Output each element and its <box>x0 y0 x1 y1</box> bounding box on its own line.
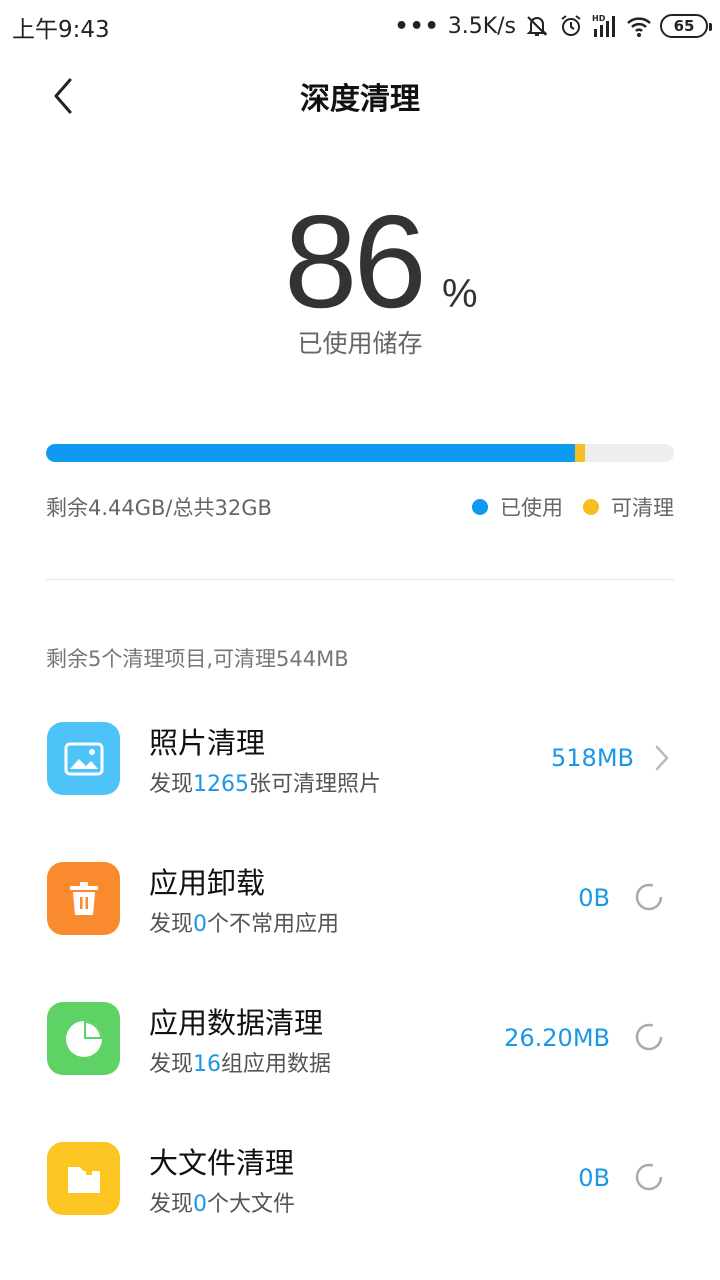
storage-info-row: 剩余4.44GB/总共32GB 已使用 可清理 <box>46 490 674 520</box>
loading-spinner-icon <box>635 1023 663 1051</box>
chevron-right-icon <box>650 742 674 774</box>
loading-spinner-icon <box>635 883 663 911</box>
cleanable-dot-icon <box>583 499 599 515</box>
page-title: 深度清理 <box>300 82 420 117</box>
legend-used-label: 已使用 <box>500 496 563 520</box>
item-count: 0 <box>193 912 208 937</box>
app-data-icon-tile <box>47 1002 120 1075</box>
item-size: 26.20MB <box>504 1024 610 1052</box>
item-title: 应用卸载 <box>149 866 266 900</box>
status-time: 上午9:43 <box>12 17 110 43</box>
photo-icon <box>64 742 103 775</box>
item-size: 0B <box>578 884 610 912</box>
hd-signal-icon: HD <box>592 14 615 37</box>
item-size: 0B <box>578 1164 610 1192</box>
item-description: 发现1265张可清理照片 <box>149 772 382 797</box>
usage-percentage: 86 <box>284 188 427 335</box>
storage-progress-bar <box>46 444 674 462</box>
item-description: 发现0个不常用应用 <box>149 912 340 937</box>
legend-cleanable: 可清理 <box>583 492 674 522</box>
item-description: 发现0个大文件 <box>149 1192 296 1217</box>
divider <box>46 579 674 580</box>
alarm-icon <box>561 15 581 36</box>
trash-icon <box>69 881 98 915</box>
photo-cleanup-icon-tile <box>47 722 120 795</box>
used-dot-icon <box>472 499 488 515</box>
item-count: 0 <box>193 1192 208 1217</box>
item-count: 16 <box>193 1052 222 1077</box>
folder-icon <box>67 1166 100 1193</box>
item-count: 1265 <box>193 772 250 797</box>
list-item-app-data-cleanup[interactable]: 应用数据清理 发现16组应用数据 26.20MB <box>0 980 720 1120</box>
item-title: 大文件清理 <box>149 1146 295 1180</box>
status-icons: ••• 3.5K/s HD 65 <box>394 8 712 44</box>
more-dots-icon: ••• <box>394 13 440 39</box>
network-speed: 3.5K/s <box>447 13 516 39</box>
item-title: 应用数据清理 <box>149 1006 324 1040</box>
list-item-photo-cleanup[interactable]: 照片清理 发现1265张可清理照片 518MB <box>0 700 720 840</box>
storage-remaining-text: 剩余4.44GB/总共32GB <box>46 496 272 520</box>
usage-label: 已使用储存 <box>297 329 423 358</box>
battery-icon: 65 <box>660 14 712 38</box>
item-title: 照片清理 <box>149 726 266 760</box>
mute-bell-icon <box>526 16 548 36</box>
storage-usage-hero: 86 % 已使用储存 <box>0 196 720 366</box>
cleanup-summary: 剩余5个清理项目,可清理544MB <box>46 647 349 671</box>
pie-chart-icon <box>65 1020 102 1057</box>
legend: 已使用 可清理 <box>452 492 674 522</box>
list-item-app-uninstall[interactable]: 应用卸载 发现0个不常用应用 0B <box>0 840 720 980</box>
app-uninstall-icon-tile <box>47 862 120 935</box>
progress-used-segment <box>46 444 575 462</box>
legend-cleanable-label: 可清理 <box>611 496 674 520</box>
title-bar: 深度清理 <box>0 52 720 136</box>
large-file-icon-tile <box>47 1142 120 1215</box>
percent-sign: % <box>442 272 478 316</box>
legend-used: 已使用 <box>472 492 563 522</box>
wifi-icon <box>627 17 651 37</box>
item-description: 发现16组应用数据 <box>149 1052 332 1077</box>
svg-text:HD: HD <box>592 14 606 23</box>
status-bar: 上午9:43 ••• 3.5K/s HD 65 <box>0 0 720 52</box>
progress-cleanable-segment <box>574 444 586 462</box>
list-item-large-file-cleanup[interactable]: 大文件清理 发现0个大文件 0B <box>0 1120 720 1260</box>
item-size: 518MB <box>551 744 634 772</box>
loading-spinner-icon <box>635 1163 663 1191</box>
